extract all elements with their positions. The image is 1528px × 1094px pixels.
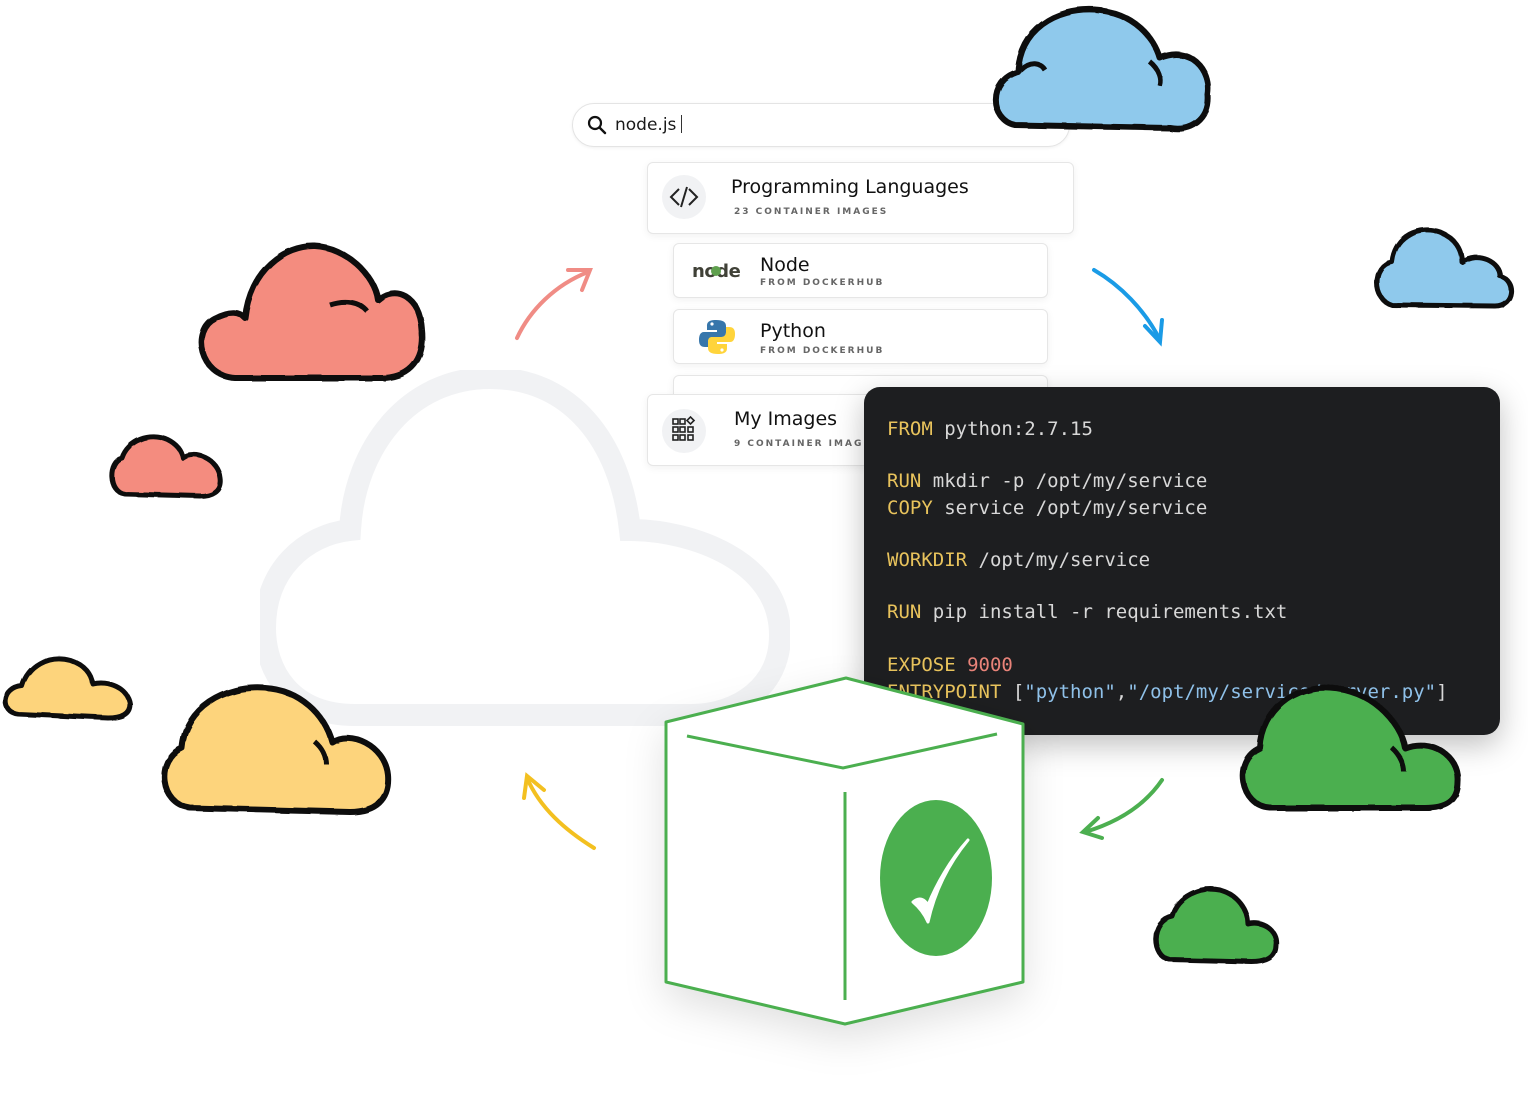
arrow-blue (1092, 268, 1164, 347)
green-cloud-large (1239, 684, 1462, 811)
illustration-layer (3, 6, 1514, 1026)
arrow-red (515, 268, 593, 340)
yellow-cloud-small (3, 656, 133, 721)
yellow-cloud-large (161, 684, 392, 815)
checkmark-badge (880, 800, 992, 956)
red-cloud-small (109, 434, 223, 499)
arrow-yellow (522, 772, 596, 850)
blue-cloud-large (992, 6, 1212, 132)
red-cloud-large (198, 242, 426, 381)
container-box (664, 676, 1025, 1026)
blue-cloud-small (1374, 227, 1514, 309)
arrow-green (1079, 778, 1164, 840)
green-cloud-small (1152, 886, 1279, 965)
